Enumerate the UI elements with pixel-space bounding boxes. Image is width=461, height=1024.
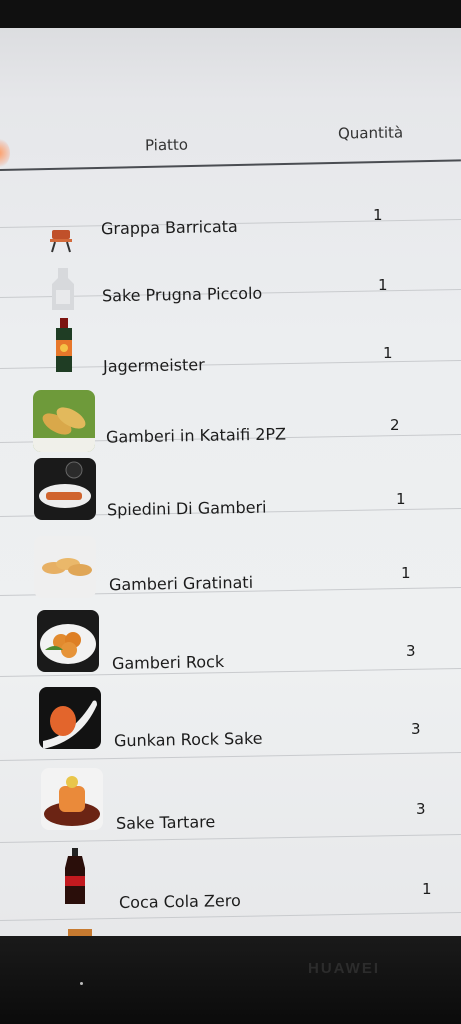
item-quantity: 1	[373, 206, 383, 224]
item-name: Grappa Barricata	[100, 216, 238, 239]
bezel-dot	[80, 982, 83, 985]
shrimp-skewer-photo	[34, 458, 96, 520]
item-quantity: 3	[406, 642, 416, 660]
kataifi-shrimp-photo	[33, 390, 95, 452]
device-brand-logo: HUAWEI	[308, 960, 380, 977]
row-divider	[0, 911, 461, 922]
rock-shrimp-photo	[37, 610, 99, 672]
item-quantity: 1	[378, 276, 388, 294]
item-name: Gamberi Rock	[111, 652, 225, 673]
item-quantity: 3	[411, 720, 421, 738]
order-screen: Piatto Quantità Grappa Barricata 1 Sake …	[0, 28, 461, 936]
coke-bottle-icon	[44, 846, 106, 908]
item-name: Gamberi in Kataifi 2PZ	[105, 424, 287, 447]
row-divider	[0, 751, 461, 762]
bottom-bezel	[0, 936, 461, 1024]
gratin-shrimp-photo	[34, 536, 96, 598]
column-header-quantity: Quantità	[337, 123, 404, 143]
item-name: Sake Tartare	[115, 812, 216, 833]
item-quantity: 1	[401, 564, 411, 582]
tartare-photo	[41, 768, 103, 830]
top-bezel	[0, 0, 461, 30]
sake-bottle-icon	[32, 254, 94, 316]
jagermeister-bottle-icon	[34, 314, 96, 376]
item-name: Sake Prugna Piccolo	[101, 283, 263, 306]
row-divider	[0, 833, 461, 844]
gunkan-photo	[39, 687, 101, 749]
item-name: Jagermeister	[102, 355, 205, 376]
item-quantity: 1	[422, 880, 432, 898]
item-quantity: 1	[383, 344, 393, 362]
item-name: Spiedini Di Gamberi	[106, 497, 267, 520]
item-name: Gunkan Rock Sake	[113, 728, 263, 751]
item-name: Coca Cola Zero	[118, 890, 241, 913]
column-header-dish: Piatto	[144, 135, 189, 155]
item-quantity: 2	[390, 416, 400, 434]
item-quantity: 1	[396, 490, 406, 508]
item-quantity: 3	[416, 800, 426, 818]
grappa-glass-icon	[30, 200, 92, 262]
item-name: Gamberi Gratinati	[108, 572, 254, 595]
